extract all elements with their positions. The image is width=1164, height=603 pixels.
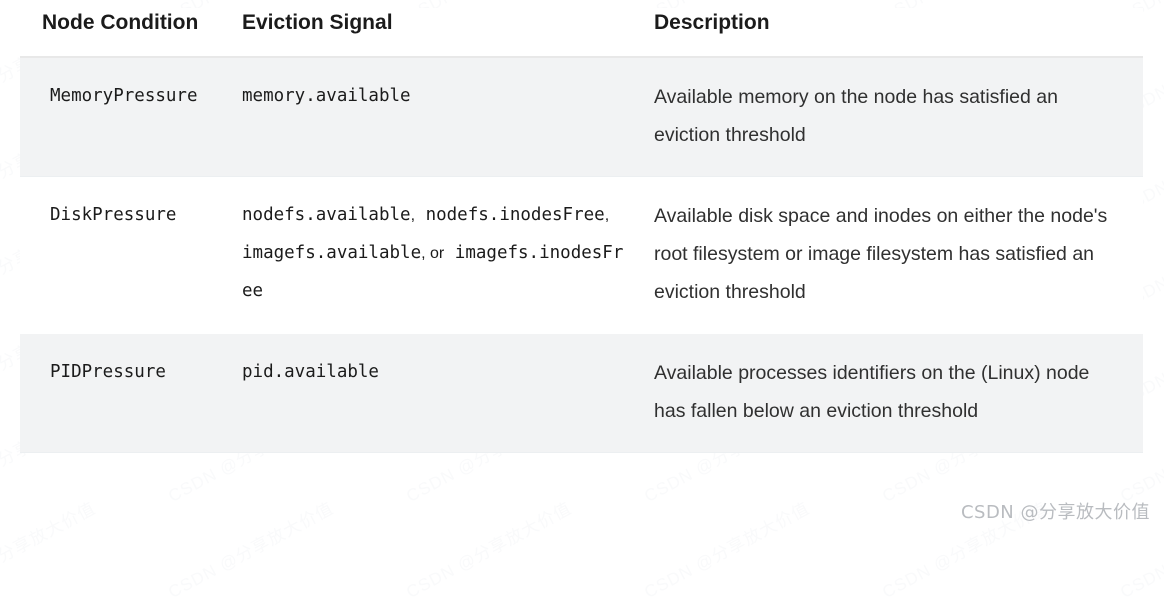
eviction-signal-separator: , or xyxy=(421,244,445,262)
cell-description: Available memory on the node has satisfi… xyxy=(636,56,1143,177)
cell-eviction-signal: memory.available xyxy=(220,56,636,177)
cell-eviction-signal: pid.available xyxy=(220,333,636,453)
column-header-eviction-signal: Eviction Signal xyxy=(220,8,636,58)
eviction-signal-code: nodefs.available xyxy=(242,204,411,225)
column-header-node-condition: Node Condition xyxy=(20,8,220,58)
eviction-signal-list: nodefs.available, nodefs.inodesFree, ima… xyxy=(242,197,624,311)
table-header: Node Condition Eviction Signal Descripti… xyxy=(20,8,1143,58)
cell-eviction-signal: nodefs.available, nodefs.inodesFree, ima… xyxy=(220,176,636,334)
description-text: Available processes identifiers on the (… xyxy=(654,361,1090,422)
table-row: DiskPressure nodefs.available, nodefs.ino… xyxy=(20,176,1143,334)
eviction-signal-separator: , xyxy=(410,206,416,224)
node-condition-code: PIDPressure xyxy=(50,361,166,382)
eviction-signal-list: memory.available xyxy=(242,78,624,116)
table-row: MemoryPressure memory.available Available … xyxy=(20,56,1143,177)
cell-node-condition: MemoryPressure xyxy=(20,56,220,177)
description-text: Available memory on the node has satisfi… xyxy=(654,85,1058,146)
documentation-table-page: Node Condition Eviction Signal Descripti… xyxy=(0,0,1164,528)
eviction-signal-code: pid.available xyxy=(242,361,379,382)
eviction-signals-table: Node Condition Eviction Signal Descripti… xyxy=(20,8,1143,453)
eviction-signal-code: nodefs.inodesFree xyxy=(425,204,605,225)
cell-node-condition: PIDPressure xyxy=(20,333,220,453)
eviction-signal-code: imagefs.available xyxy=(242,242,422,263)
eviction-signal-code: memory.available xyxy=(242,85,411,106)
cell-description: Available processes identifiers on the (… xyxy=(636,333,1143,453)
table-header-row: Node Condition Eviction Signal Descripti… xyxy=(20,8,1143,58)
table-row: PIDPressure pid.available Available proces… xyxy=(20,333,1143,453)
description-text: Available disk space and inodes on eithe… xyxy=(654,204,1108,303)
eviction-signal-separator: , xyxy=(604,206,610,224)
table-body: MemoryPressure memory.available Available … xyxy=(20,56,1143,453)
csdn-watermark: CSDN @分享放大价值 xyxy=(960,502,1150,523)
node-condition-code: DiskPressure xyxy=(50,204,177,225)
node-condition-code: MemoryPressure xyxy=(50,85,198,106)
cell-description: Available disk space and inodes on eithe… xyxy=(636,176,1143,334)
eviction-signal-list: pid.available xyxy=(242,354,624,392)
cell-node-condition: DiskPressure xyxy=(20,176,220,334)
column-header-description: Description xyxy=(636,8,1143,58)
